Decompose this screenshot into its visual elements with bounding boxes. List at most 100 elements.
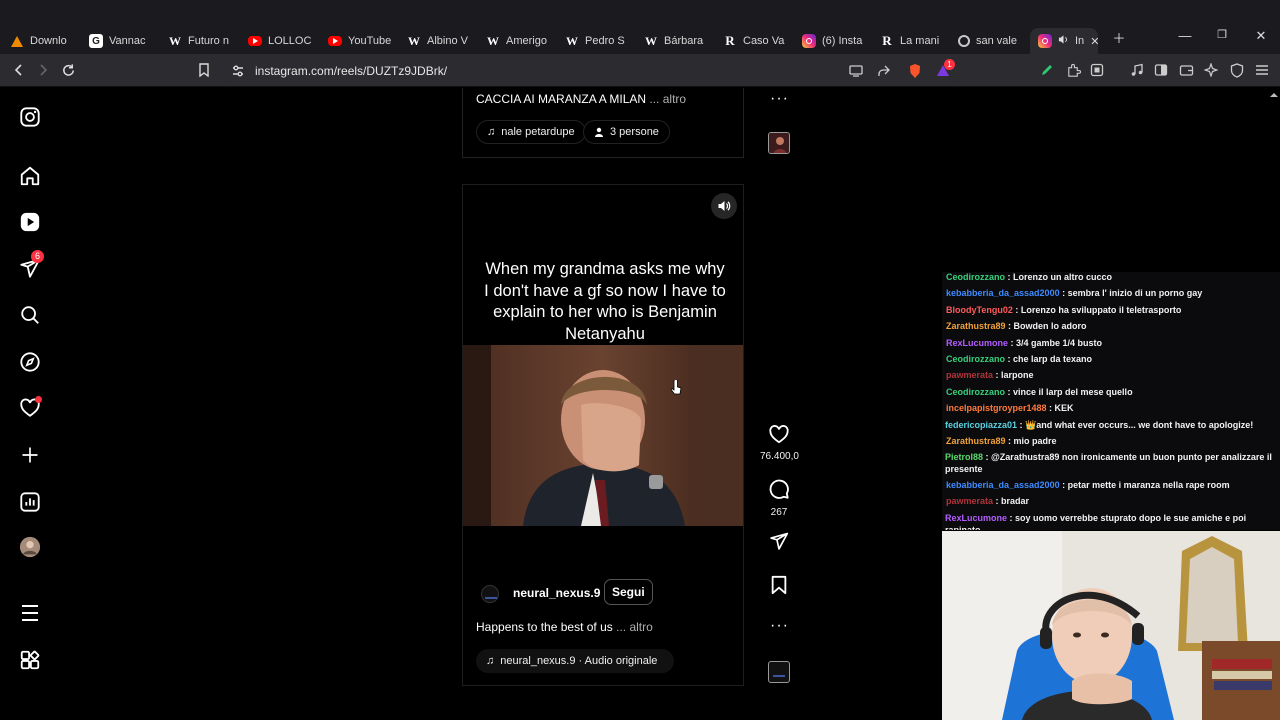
author-avatar[interactable] [481,585,499,603]
close-tab-icon[interactable]: ✕ [1090,35,1098,48]
previous-reel-audio-thumbnail[interactable] [768,132,790,154]
reel-more-options-icon[interactable]: ··· [770,617,789,635]
reel-audio-thumbnail[interactable] [768,661,790,683]
browser-tab[interactable]: W Albino V [407,28,471,54]
r-icon: R [725,33,735,48]
browser-tab-label: Albino V [427,35,468,47]
brave-rewards-icon[interactable]: 1 [935,59,955,84]
bookmark-icon [771,575,787,595]
close-window-button[interactable]: ✕ [1246,28,1276,44]
back-icon[interactable] [10,61,28,79]
previous-audio-pill[interactable]: ♫ nale petardupe [476,120,586,144]
screenshot-icon[interactable] [1088,61,1106,79]
cast-icon[interactable] [849,64,863,83]
save-button[interactable] [760,575,798,600]
sidebar-toggle-icon[interactable] [1152,61,1170,79]
browser-tab[interactable]: R La mani [880,28,944,54]
create-icon[interactable] [18,443,42,467]
volume-icon[interactable] [711,193,737,219]
browser-tab-label: Futuro n [188,35,229,47]
browser-tab-label: (6) Insta [822,35,863,47]
leo-ai-icon[interactable] [1202,61,1220,79]
chat-text: 3/4 gambe 1/4 busto [1016,337,1103,348]
reload-icon[interactable] [59,61,77,79]
reels-icon[interactable] [18,210,42,234]
chat-username: RexLucumone [945,512,1008,523]
like-button[interactable]: 76.400,0 [760,424,799,462]
messages-badge: 6 [31,250,44,263]
more-menu-icon[interactable] [18,601,42,625]
messages-icon[interactable]: 6 [18,250,44,280]
browser-tab[interactable]: W Bárbara [644,28,708,54]
author-username[interactable]: neural_nexus.9 [513,586,600,600]
chat-text: larpone [1001,370,1034,381]
notifications-heart-icon[interactable] [18,396,42,420]
chat-username: Zarathustra89 [946,321,1006,332]
site-settings-icon[interactable] [231,64,245,83]
chat-username: RexLucumone [946,337,1009,348]
browser-tab[interactable]: YouTube [328,28,392,54]
chat-text: Bowden lo adoro [1013,321,1087,332]
dashboard-icon[interactable] [18,490,42,514]
home-icon[interactable] [18,164,42,188]
extensions-icon[interactable] [1064,61,1082,79]
browser-tab[interactable]: In ✕ [1030,28,1098,54]
pen-extension-icon[interactable] [1038,61,1056,79]
reel-audio-pill[interactable]: ♫ neural_nexus.9 · Audio originale [476,649,674,673]
tab-audio-icon[interactable] [1058,34,1069,48]
bookmark-page-icon[interactable] [195,61,213,79]
browser-tab-bar: Downlo G Vannac W Futuro n LOLLOC YouTube W Albi… [0,0,1280,54]
share-paper-plane-icon [770,532,789,550]
browser-tab[interactable]: R Caso Va [723,28,787,54]
chat-text: sembra l' inizio di un porno gay [1067,288,1203,299]
notification-dot [35,396,42,403]
instagram-logo-icon[interactable] [18,105,42,129]
menu-icon[interactable] [1253,61,1271,79]
forward-icon[interactable] [34,61,52,79]
profile-avatar[interactable] [18,535,42,559]
new-tab-button[interactable]: ＋ [1104,28,1134,47]
chat-username: pawmerata [946,496,994,507]
browser-tab[interactable]: G Vannac [89,28,153,54]
r-icon: R [882,33,892,48]
brave-shields-icon[interactable] [908,63,922,84]
chat-username: Zarathustra89 [946,435,1006,446]
reel-video-frame[interactable] [463,345,743,526]
maximize-button[interactable]: ❐ [1207,28,1237,41]
address-bar[interactable]: instagram.com/reels/DUZTz9JDBrk/ 1 [222,58,962,84]
chat-message: kebabberia_da_assad2000 : sembra l' iniz… [942,285,1280,301]
vpn-icon[interactable] [1228,61,1246,79]
chat-text: 👑and what ever occurs... we dont have to… [1025,419,1254,430]
browser-tab[interactable]: W Amerigo [486,28,550,54]
wallet-icon[interactable] [1177,61,1195,79]
browser-tab[interactable]: W Pedro S [565,28,629,54]
previous-more-link[interactable]: ... altro [649,92,686,106]
browser-tab[interactable]: (6) Insta [802,28,866,54]
previous-reel-more-icon[interactable]: ··· [770,90,789,108]
share-icon[interactable] [877,64,891,83]
browser-tab-label: Downlo [30,35,67,47]
chat-username: Ceodirozzano [946,272,1006,282]
chat-username: federicopiazza01 [945,419,1018,430]
also-from-meta-icon[interactable] [18,648,42,672]
media-icon[interactable] [1128,61,1146,79]
search-icon[interactable] [18,303,42,327]
minimize-button[interactable]: — [1170,28,1200,43]
chat-separator: : [1005,435,1014,446]
share-button[interactable] [760,531,798,556]
browser-tab[interactable]: Downlo [10,28,74,54]
browser-tab-label: YouTube [348,35,392,47]
browser-tab[interactable]: W Futuro n [168,28,232,54]
browser-tab[interactable]: LOLLOC [248,28,312,54]
reel-more-link[interactable]: ... altro [616,620,653,634]
browser-tab-label: LOLLOC [268,35,312,47]
follow-button[interactable]: Segui [604,579,653,605]
tagged-people-pill[interactable]: 3 persone [583,120,670,144]
scroll-up-arrow-icon[interactable] [1268,90,1280,100]
explore-icon[interactable] [18,350,42,374]
comment-button[interactable]: 267 [760,478,798,518]
browser-tab[interactable]: san vale [958,28,1022,54]
chat-username: Ceodirozzano [946,386,1006,397]
webcam-feed [942,531,1280,720]
reel-audio-label: neural_nexus.9 · Audio originale [500,655,658,667]
